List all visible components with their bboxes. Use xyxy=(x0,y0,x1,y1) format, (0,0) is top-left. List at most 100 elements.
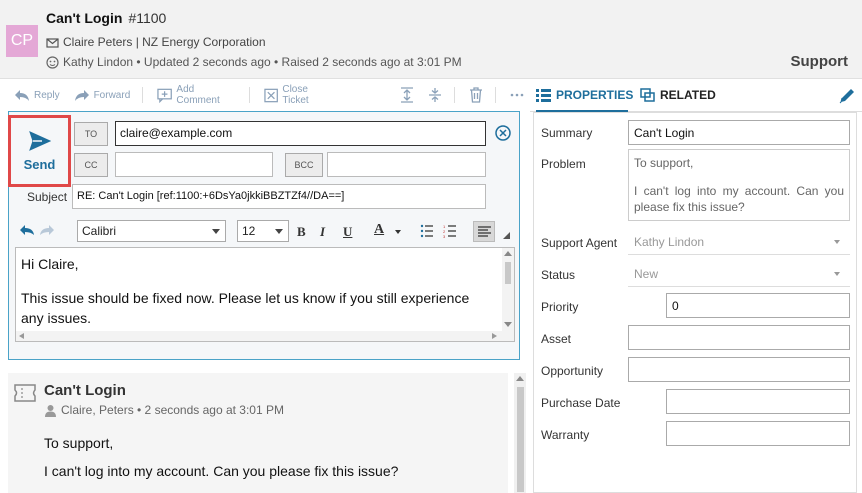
subject-field[interactable]: RE: Can't Login [ref:1100:+6DsYa0jkkiBBZ… xyxy=(72,184,486,209)
to-button[interactable]: TO xyxy=(74,122,108,146)
status-value: New xyxy=(634,267,659,281)
warranty-label: Warranty xyxy=(541,428,590,442)
support-agent-select[interactable]: Kathy Lindon xyxy=(628,229,850,255)
subject-label: Subject xyxy=(27,190,68,204)
ticket-header: CP Can't Login #1100 Claire Peters | NZ E… xyxy=(0,0,862,79)
ticket-icon xyxy=(14,384,36,402)
tab-related-label: RELATED xyxy=(660,88,716,102)
opportunity-label: Opportunity xyxy=(541,364,604,378)
font-family-value: Calibri xyxy=(82,224,117,238)
contact-text[interactable]: Claire Peters | NZ Energy Corporation xyxy=(63,35,266,49)
section-label: Support xyxy=(790,53,849,70)
priority-label: Priority xyxy=(541,300,579,314)
tab-properties-label: PROPERTIES xyxy=(556,88,634,102)
font-size-value: 12 xyxy=(242,224,256,238)
agent-avatar-icon xyxy=(46,55,59,69)
reply-button[interactable]: Reply xyxy=(14,88,60,102)
font-family-select[interactable]: Calibri xyxy=(77,220,226,242)
more-button[interactable] xyxy=(510,93,524,97)
ticket-number: #1100 xyxy=(128,10,167,26)
numbered-list-icon[interactable]: 123 xyxy=(443,224,457,238)
undo-icon[interactable] xyxy=(19,224,35,236)
summary-field[interactable]: Can't Login xyxy=(628,120,850,145)
bcc-button[interactable]: BCC xyxy=(285,153,323,177)
body-greeting: Hi Claire, xyxy=(21,256,79,272)
resize-corner-icon[interactable] xyxy=(503,232,510,239)
tab-related[interactable]: RELATED xyxy=(640,88,716,102)
chevron-right-icon xyxy=(492,333,497,339)
chevron-down-icon xyxy=(834,272,840,276)
status-label: Status xyxy=(541,268,576,282)
tab-properties[interactable]: PROPERTIES xyxy=(536,88,633,102)
font-color-icon: A xyxy=(374,222,385,237)
collapse-vertical-button[interactable] xyxy=(428,87,442,103)
body-text: This issue should be fixed now. Please l… xyxy=(21,290,470,326)
problem-field[interactable]: To support, I can't log into my account.… xyxy=(628,149,850,221)
editor-horizontal-scrollbar[interactable] xyxy=(16,331,514,341)
summary-label: Summary xyxy=(541,126,593,140)
font-color-button[interactable]: A xyxy=(372,222,404,242)
scrollbar-thumb[interactable] xyxy=(517,387,524,492)
trash-icon xyxy=(470,87,483,103)
meta-row: Kathy Lindon • Updated 2 seconds ago • R… xyxy=(46,55,462,69)
opportunity-field[interactable] xyxy=(628,357,850,382)
bcc-field[interactable] xyxy=(327,152,486,177)
svg-text:3: 3 xyxy=(443,234,446,238)
status-select[interactable]: New xyxy=(628,261,850,287)
reply-label: Reply xyxy=(34,89,60,101)
scrollbar-thumb[interactable] xyxy=(505,262,511,284)
warranty-field[interactable] xyxy=(666,421,850,446)
thread-title: Can't Login xyxy=(44,382,126,399)
message-editor[interactable]: Hi Claire, This issue should be fixed no… xyxy=(15,247,515,342)
italic-button[interactable]: I xyxy=(320,224,325,240)
expand-vertical-button[interactable] xyxy=(400,87,414,103)
chevron-down-icon xyxy=(504,322,512,327)
toolbar-divider xyxy=(454,87,456,103)
purchase-date-field[interactable] xyxy=(666,389,850,414)
thread-line2: I can't log into my account. Can you ple… xyxy=(44,463,399,479)
thread-body: To support, I can't log into my account.… xyxy=(44,429,398,485)
underline-button[interactable]: U xyxy=(343,224,352,240)
thread-item[interactable]: Can't Login Claire, Peters • 2 seconds a… xyxy=(8,373,508,493)
bullet-list-icon[interactable] xyxy=(420,224,434,238)
thread-meta: Claire, Peters • 2 seconds ago at 3:01 P… xyxy=(44,403,284,417)
clear-recipients-icon[interactable] xyxy=(495,125,511,141)
delete-button[interactable] xyxy=(469,87,483,103)
problem-label: Problem xyxy=(541,157,586,171)
compose-toolbar: Reply Forward Add Comment Close Ticket xyxy=(0,80,524,110)
close-ticket-button[interactable]: Close Ticket xyxy=(264,84,334,106)
close-ticket-icon xyxy=(264,88,279,102)
send-label: Send xyxy=(23,156,56,172)
toolbar-divider xyxy=(495,87,496,103)
problem-line2: I can't log into my account. Can you ple… xyxy=(634,184,844,214)
font-size-select[interactable]: 12 xyxy=(237,220,289,242)
redo-icon[interactable] xyxy=(39,224,55,236)
comment-icon xyxy=(157,88,173,103)
cc-button[interactable]: CC xyxy=(74,153,108,177)
more-icon xyxy=(510,93,524,97)
ticket-title-text: Can't Login xyxy=(46,10,123,26)
thread-scrollbar[interactable] xyxy=(514,373,526,493)
expand-icon xyxy=(401,87,414,103)
thread-line1: To support, xyxy=(44,435,114,451)
related-icon xyxy=(640,88,655,102)
support-agent-label: Support Agent xyxy=(541,236,618,250)
ticket-title: Can't Login #1100 xyxy=(46,10,166,26)
align-button[interactable] xyxy=(473,221,495,242)
chevron-up-icon xyxy=(504,251,512,256)
editor-vertical-scrollbar[interactable] xyxy=(502,248,514,341)
forward-button[interactable]: Forward xyxy=(74,88,130,102)
bold-button[interactable]: B xyxy=(297,224,306,240)
send-button[interactable]: Send xyxy=(8,115,71,187)
reply-icon xyxy=(15,90,29,101)
asset-field[interactable] xyxy=(628,325,850,350)
meta-text: Kathy Lindon • Updated 2 seconds ago • R… xyxy=(63,55,462,69)
collapse-icon xyxy=(429,88,442,102)
add-comment-button[interactable]: Add Comment xyxy=(157,84,237,106)
cc-field[interactable] xyxy=(115,152,273,177)
edit-pencil-icon[interactable] xyxy=(839,87,856,104)
priority-field[interactable]: 0 xyxy=(666,293,850,318)
add-comment-label: Add Comment xyxy=(176,84,220,106)
toolbar-divider xyxy=(249,87,251,103)
to-field[interactable]: claire@example.com xyxy=(115,121,486,146)
